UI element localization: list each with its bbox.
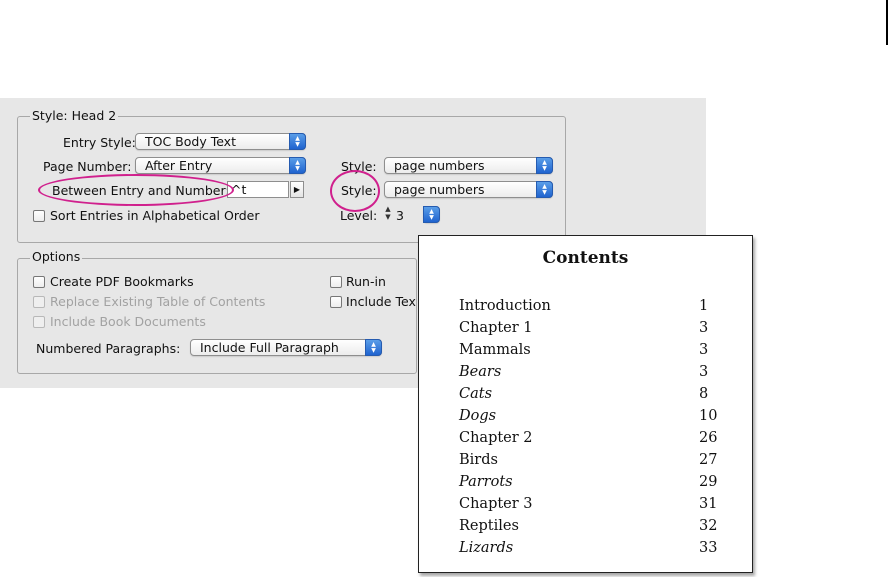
numbered-value: Include Full Paragraph bbox=[200, 340, 339, 355]
toc-entry-text: Bears bbox=[459, 364, 502, 380]
include-text-label: Include Tex bbox=[346, 294, 416, 309]
toc-entry-text: Chapter 3 bbox=[459, 496, 533, 512]
toc-entry-page: 29 bbox=[699, 474, 718, 490]
include-text-checkbox[interactable] bbox=[330, 296, 342, 308]
page-number-value: After Entry bbox=[145, 158, 213, 173]
toc-entry-page: 26 bbox=[699, 430, 718, 446]
toc-entry-page: 27 bbox=[699, 452, 718, 468]
toc-entry-text: Chapter 2 bbox=[459, 430, 533, 446]
style-bottom-popup[interactable]: page numbers ▲ ▼ bbox=[384, 181, 553, 198]
toc-entry: Birds 27 bbox=[459, 449, 719, 471]
toc-entry-text: Introduction bbox=[459, 298, 551, 314]
toc-entry-text: Dogs bbox=[459, 408, 497, 424]
toc-entry: Bears 3 bbox=[459, 361, 719, 383]
toc-entry-page: 33 bbox=[699, 540, 718, 556]
toc-entry: Parrots 29 bbox=[459, 471, 719, 493]
toc-entry: Chapter 2 26 bbox=[459, 427, 719, 449]
toc-entry-page: 1 bbox=[699, 298, 709, 314]
toc-entry: Introduction 1 bbox=[459, 295, 719, 317]
replace-toc-label: Replace Existing Table of Contents bbox=[50, 294, 266, 309]
entry-style-value: TOC Body Text bbox=[145, 134, 236, 149]
level-stepper[interactable]: ▲ ▼ bbox=[383, 206, 393, 223]
style-top-value: page numbers bbox=[394, 158, 485, 173]
toc-entry-text: Mammals bbox=[459, 342, 531, 358]
level-label: Level: bbox=[340, 208, 378, 223]
run-in-label: Run-in bbox=[346, 274, 386, 289]
style-top-label: Style: bbox=[341, 159, 377, 174]
toc-entry: Chapter 1 3 bbox=[459, 317, 719, 339]
include-book-checkbox[interactable] bbox=[33, 316, 45, 328]
popup-arrows-icon: ▲ ▼ bbox=[423, 206, 440, 223]
style-bottom-value: page numbers bbox=[394, 182, 485, 197]
create-pdf-label: Create PDF Bookmarks bbox=[50, 274, 194, 289]
toc-entry: Chapter 3 31 bbox=[459, 493, 719, 515]
page-number-label: Page Number: bbox=[43, 159, 132, 174]
between-insert-button[interactable]: ▶ bbox=[290, 181, 304, 198]
sort-label: Sort Entries in Alphabetical Order bbox=[50, 208, 260, 223]
entry-style-label: Entry Style: bbox=[63, 135, 136, 150]
toc-entry-page: 31 bbox=[699, 496, 718, 512]
toc-entry-text: Reptiles bbox=[459, 518, 519, 534]
popup-arrows-icon: ▲ ▼ bbox=[536, 157, 553, 174]
toc-entry-page: 3 bbox=[699, 364, 709, 380]
numbered-label: Numbered Paragraphs: bbox=[36, 341, 181, 356]
toc-entry: Reptiles 32 bbox=[459, 515, 719, 537]
toc-entry-text: Birds bbox=[459, 452, 498, 468]
toc-entry: Cats 8 bbox=[459, 383, 719, 405]
contents-preview-card: Contents Introduction 1 Chapter 1 3 Mammals 3… bbox=[418, 235, 753, 573]
style-top-popup[interactable]: page numbers ▲ ▼ bbox=[384, 157, 553, 174]
page-number-popup[interactable]: After Entry ▲ ▼ bbox=[135, 157, 306, 174]
run-in-checkbox[interactable] bbox=[330, 276, 342, 288]
toc-entry: Dogs 10 bbox=[459, 405, 719, 427]
level-value: 3 bbox=[396, 208, 404, 223]
popup-arrows-icon: ▲ ▼ bbox=[536, 181, 553, 198]
style-bottom-label: Style: bbox=[341, 183, 377, 198]
stepper-down-icon[interactable]: ▼ bbox=[383, 214, 393, 222]
edge-mark bbox=[886, 0, 888, 45]
between-label: Between Entry and Number: bbox=[52, 183, 230, 198]
popup-arrows-icon: ▲ ▼ bbox=[289, 133, 306, 150]
toc-entry-page: 32 bbox=[699, 518, 718, 534]
popup-arrows-icon: ▲ ▼ bbox=[289, 157, 306, 174]
include-book-label: Include Book Documents bbox=[50, 314, 206, 329]
numbered-popup[interactable]: Include Full Paragraph ▲ ▼ bbox=[190, 339, 382, 356]
level-popup[interactable]: ▲ ▼ bbox=[423, 206, 440, 223]
toc-entry-page: 8 bbox=[699, 386, 709, 402]
create-pdf-checkbox[interactable] bbox=[33, 276, 45, 288]
toc-entry-text: Chapter 1 bbox=[459, 320, 533, 336]
options-group-title: Options bbox=[30, 249, 83, 264]
toc-entry-page: 3 bbox=[699, 320, 709, 336]
contents-title: Contents bbox=[542, 248, 629, 268]
toc-entry-page: 3 bbox=[699, 342, 709, 358]
toc-entry: Lizards 33 bbox=[459, 537, 719, 559]
popup-arrows-icon: ▲ ▼ bbox=[365, 339, 382, 356]
toc-entry-text: Cats bbox=[459, 386, 493, 402]
toc-entry-text: Lizards bbox=[459, 540, 514, 556]
sort-checkbox[interactable] bbox=[33, 210, 45, 222]
between-field[interactable]: ^t bbox=[227, 181, 289, 198]
style-group-title: Style: Head 2 bbox=[30, 108, 119, 123]
toc-entry-page: 10 bbox=[699, 408, 718, 424]
toc-entry: Mammals 3 bbox=[459, 339, 719, 361]
replace-toc-checkbox[interactable] bbox=[33, 296, 45, 308]
entry-style-popup[interactable]: TOC Body Text ▲ ▼ bbox=[135, 133, 306, 150]
toc-entry-text: Parrots bbox=[459, 474, 513, 490]
